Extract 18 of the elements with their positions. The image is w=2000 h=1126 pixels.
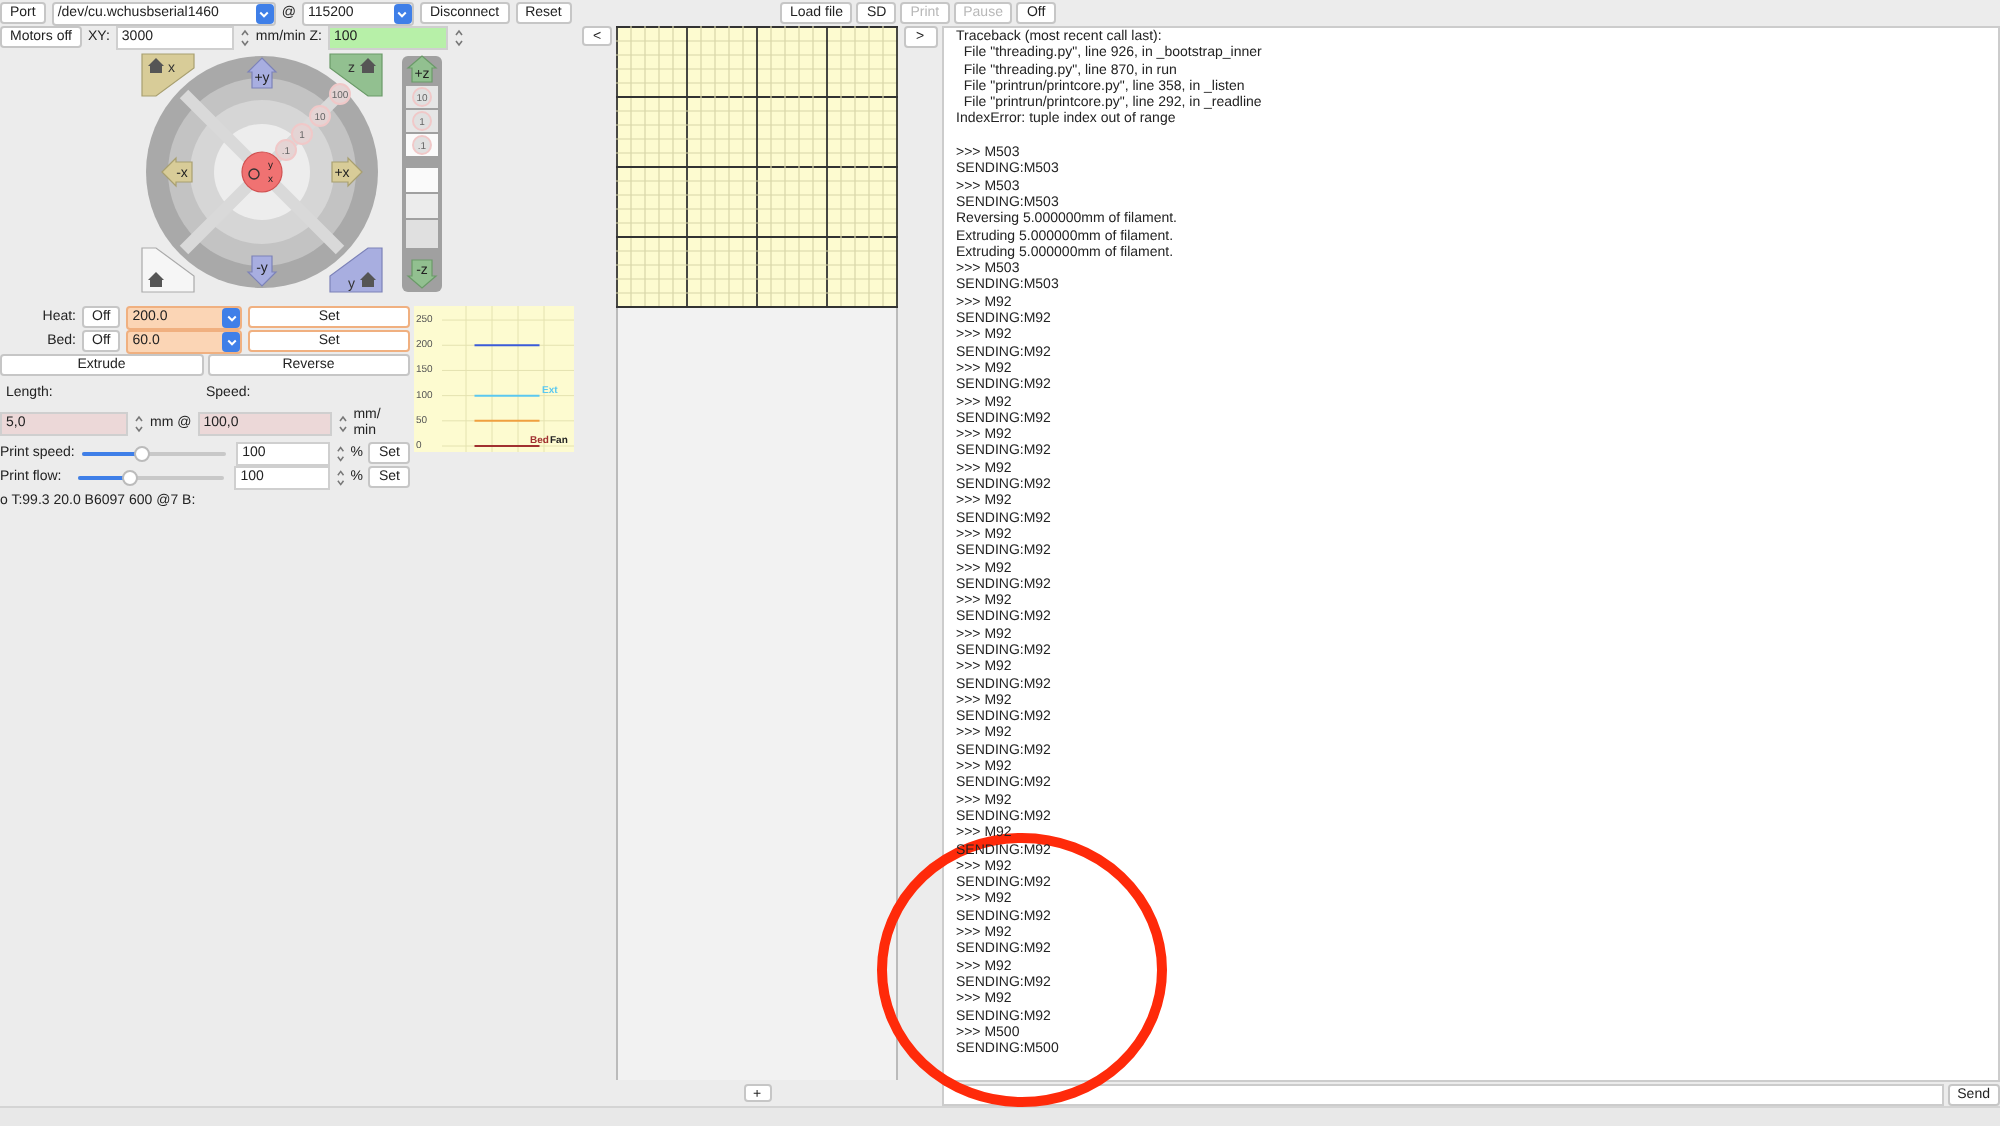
spinner-icon[interactable] <box>134 411 144 435</box>
home-all-button[interactable] <box>141 247 195 293</box>
slider-thumb[interactable] <box>134 445 151 461</box>
spinner-icon[interactable] <box>337 411 348 435</box>
dropdown-icon[interactable] <box>222 307 241 327</box>
dropdown-icon[interactable] <box>222 331 241 351</box>
slider-thumb[interactable] <box>122 469 139 485</box>
spinner-icon[interactable] <box>239 25 250 49</box>
command-input[interactable] <box>942 1083 1944 1105</box>
home-icon <box>148 272 164 287</box>
home-icon <box>360 272 376 287</box>
spinner-icon[interactable] <box>335 441 345 465</box>
dropdown-icon[interactable] <box>393 3 412 23</box>
dropdown-icon[interactable] <box>255 3 274 23</box>
spinner-icon[interactable] <box>335 465 345 489</box>
home-icon <box>148 58 164 73</box>
home-icon <box>360 58 376 73</box>
spinner-icon[interactable] <box>453 25 464 49</box>
